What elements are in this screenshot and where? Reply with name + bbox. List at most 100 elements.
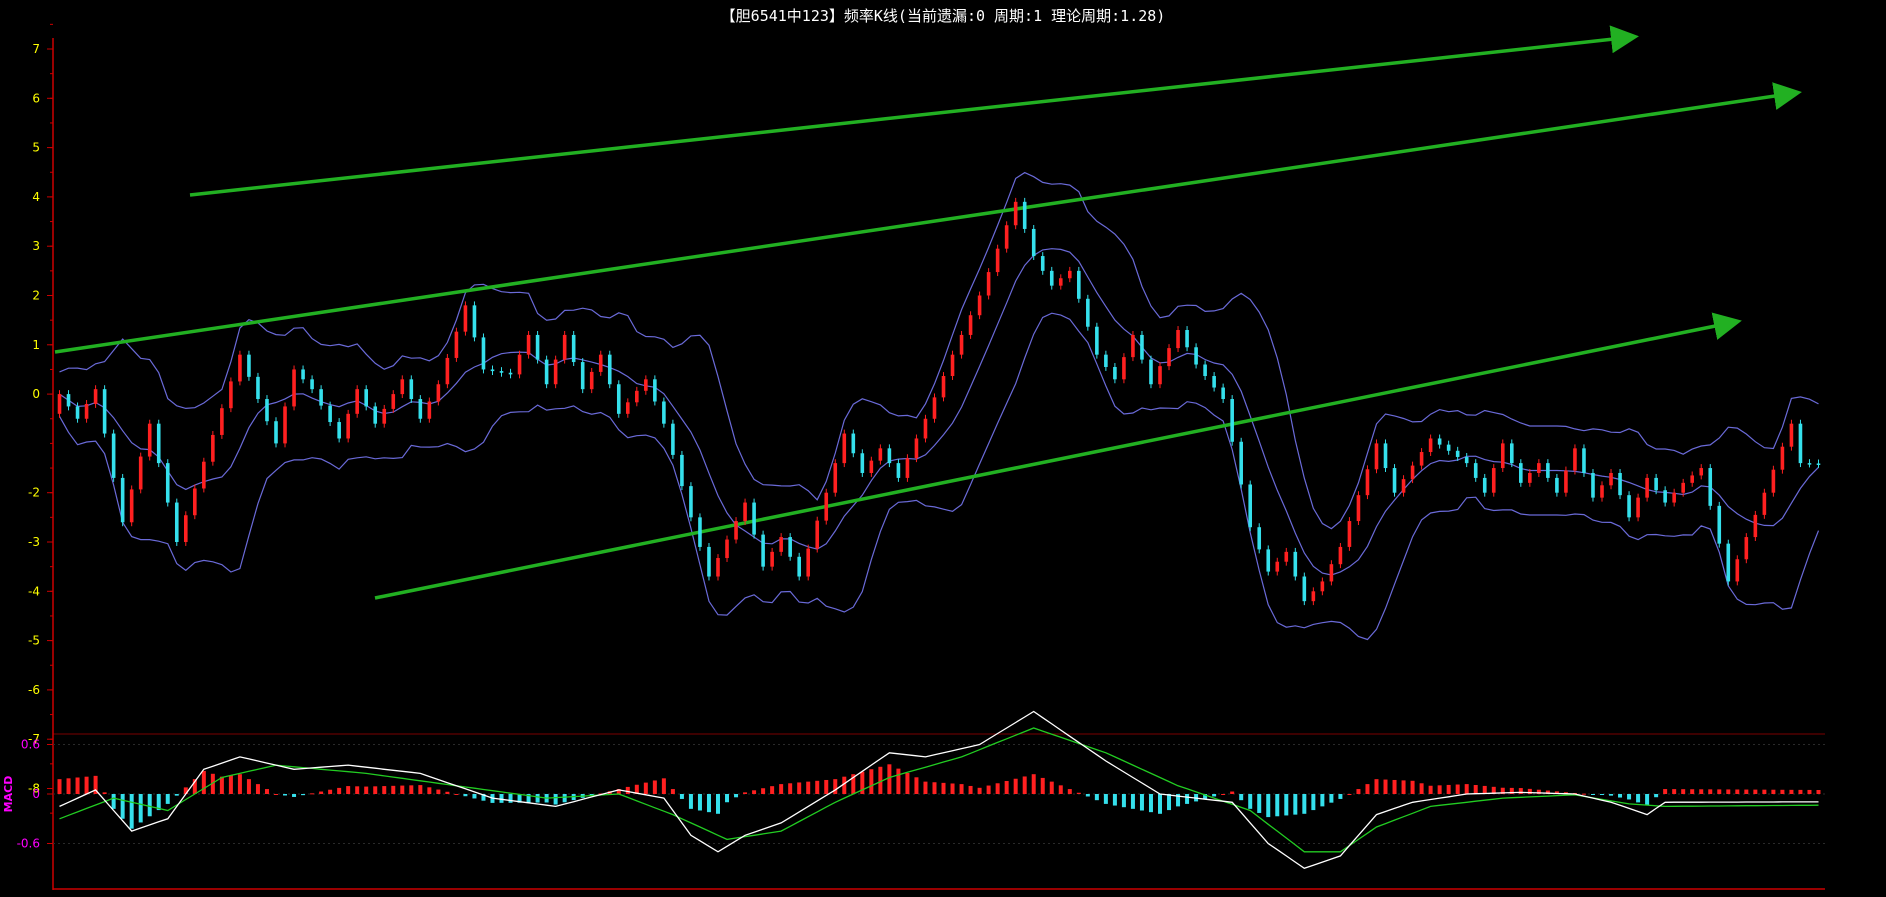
candle-body (1338, 546, 1343, 565)
y-tick-label: 4 (32, 190, 40, 204)
macd-bar (1717, 789, 1722, 794)
candle-body (653, 379, 657, 402)
macd-bar (1013, 778, 1018, 794)
candle-body (842, 433, 847, 464)
y-tick-label: 1 (32, 338, 40, 352)
candle-body (1546, 463, 1550, 478)
candle-body (644, 379, 648, 391)
middle-band-line (59, 248, 1819, 576)
candle-body (256, 376, 260, 400)
candle-body (346, 413, 350, 439)
macd-bar (941, 782, 946, 794)
macd-bar (174, 794, 179, 796)
candle-body (382, 408, 387, 424)
macd-bar (833, 779, 838, 794)
candle-body (111, 433, 116, 478)
macd-bar (788, 783, 793, 794)
macd-bar (355, 786, 360, 794)
macd-bar (905, 772, 910, 794)
macd-bar (1185, 794, 1190, 804)
candle-body (1176, 330, 1180, 349)
macd-bar (1690, 789, 1695, 794)
macd-bar (1130, 794, 1135, 809)
macd-bar (706, 794, 711, 813)
candle-body (472, 305, 477, 338)
macd-bar (246, 779, 251, 794)
candle-body (1509, 443, 1514, 464)
macd-bar (301, 794, 306, 796)
candle-body (1816, 463, 1821, 465)
macd-bar (1618, 794, 1623, 798)
macd-bar (779, 784, 784, 794)
candle-body (418, 399, 423, 419)
candle-body (1789, 423, 1794, 447)
candle-body (1600, 485, 1604, 498)
candle-body (1401, 479, 1406, 493)
candle-body (1645, 477, 1649, 498)
candle-body (1681, 482, 1685, 493)
y-tick-label: -2 (28, 486, 40, 500)
candle-body (662, 401, 666, 424)
candle-body (84, 403, 89, 419)
macd-bar (138, 794, 143, 823)
candle-body (1446, 444, 1451, 451)
macd-bar (1789, 789, 1794, 794)
macd-bar (1239, 794, 1244, 801)
macd-bar (237, 774, 242, 794)
candle-body (1013, 201, 1018, 226)
candle-body (220, 408, 224, 435)
macd-bar (1103, 794, 1108, 804)
macd-bar (1230, 791, 1235, 794)
dif-line (59, 710, 1819, 870)
macd-bar (373, 786, 378, 794)
macd-bar (129, 794, 134, 829)
macd-bar (364, 786, 369, 794)
macd-bar (1726, 789, 1731, 794)
macd-bar (1518, 788, 1523, 794)
macd-bar (652, 780, 657, 794)
macd-bar (201, 770, 206, 794)
candle-body (463, 305, 468, 332)
candle-body (1049, 270, 1054, 286)
candle-body (968, 315, 973, 335)
macd-bar (1771, 789, 1776, 794)
candle-body (698, 517, 702, 547)
candle-body (409, 379, 414, 400)
macd-bar (436, 789, 441, 794)
candle-body (174, 502, 179, 542)
macd-bar (1392, 779, 1397, 794)
macd-bar (1058, 785, 1063, 794)
macd-bar (1383, 779, 1388, 794)
candles (57, 197, 1821, 606)
macd-bar (1212, 794, 1217, 797)
candle-body (1437, 438, 1442, 445)
macd-bar (950, 783, 955, 794)
candle-body (1573, 448, 1577, 471)
candle-body (544, 359, 549, 385)
candle-body (635, 390, 639, 403)
candle-body (499, 371, 504, 373)
candle-body (400, 379, 405, 395)
candle-body (851, 433, 856, 454)
candle-body (743, 502, 747, 522)
candle-body (1771, 469, 1776, 493)
candle-body (1374, 443, 1379, 470)
candle-body (1500, 443, 1505, 469)
candle-body (1383, 443, 1388, 469)
macd-bar (896, 768, 901, 794)
candle-body (129, 489, 134, 523)
macd-bar (1735, 789, 1740, 794)
candle-body (1194, 347, 1198, 365)
trend-arrow-1 (189, 25, 1639, 197)
candle-body (725, 539, 729, 559)
candle-body (1284, 551, 1289, 562)
macd-bar (1428, 785, 1433, 794)
candle-body (833, 463, 838, 493)
candle-body (950, 354, 955, 377)
candle-body (1419, 452, 1424, 466)
macd-bar (887, 764, 892, 794)
macd-bar (661, 778, 666, 794)
macd-bar (1482, 785, 1487, 794)
macd-bar (761, 788, 766, 794)
macd-bar (869, 769, 874, 794)
